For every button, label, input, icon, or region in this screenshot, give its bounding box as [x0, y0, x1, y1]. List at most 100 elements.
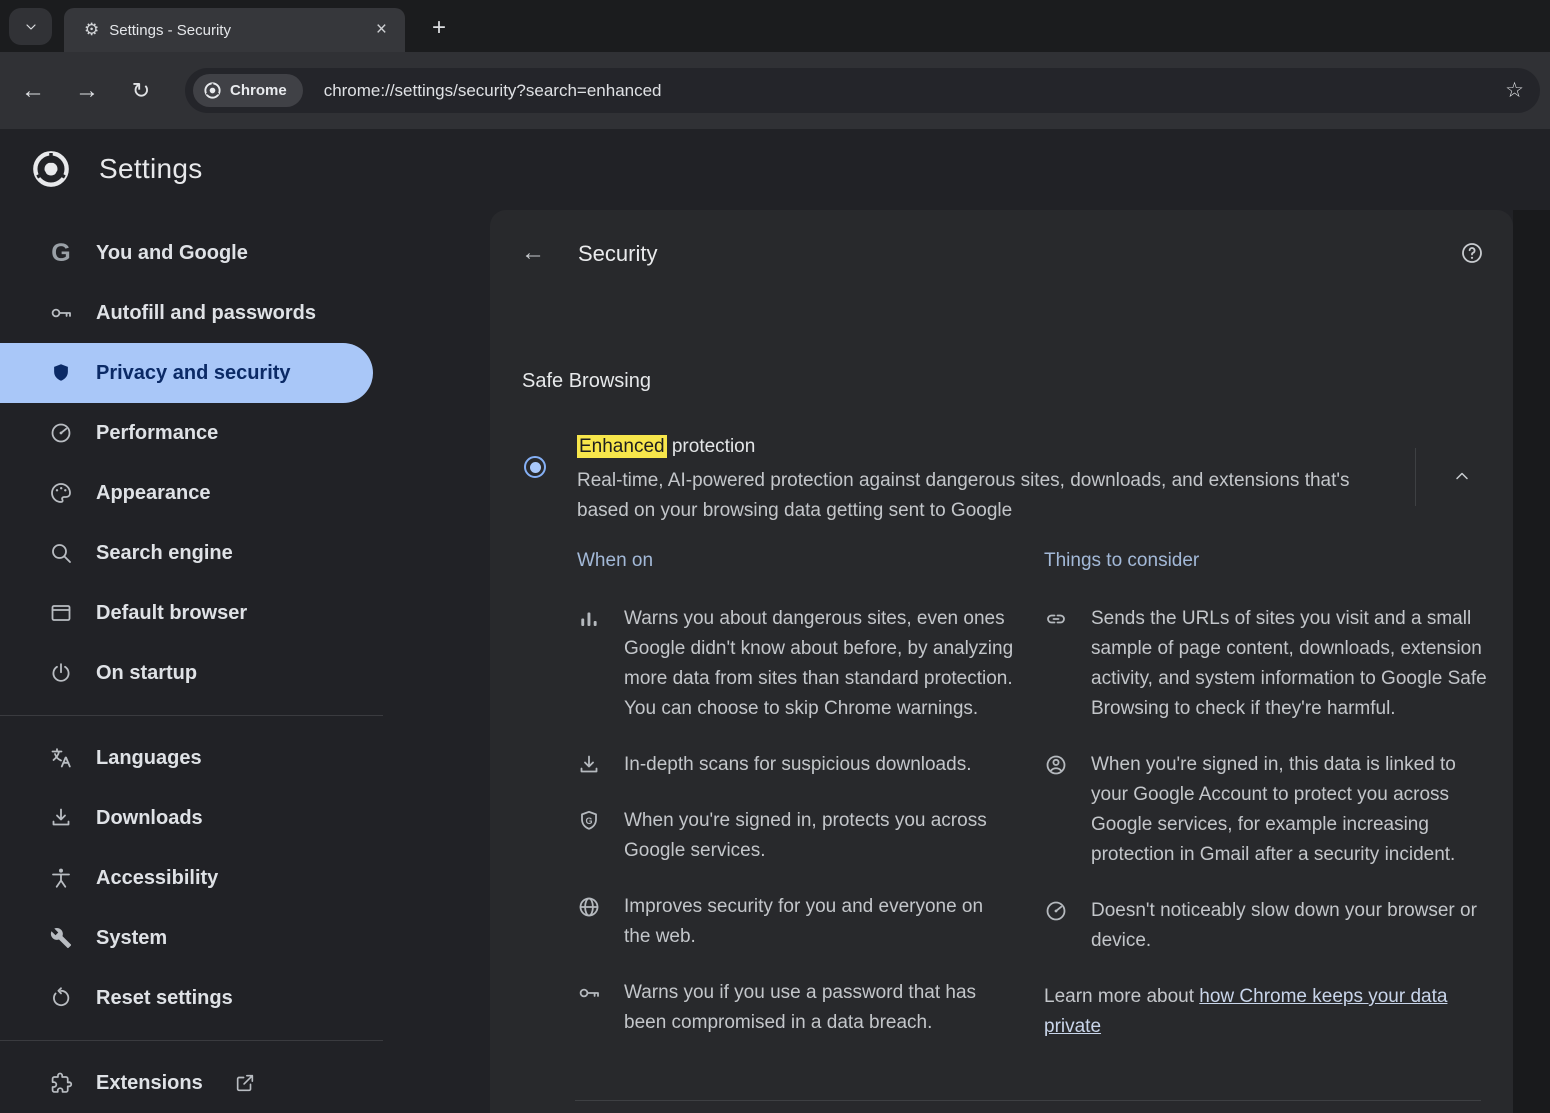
sidebar-item-accessibility[interactable]: Accessibility: [0, 848, 490, 908]
enhanced-protection-title: Enhanced protection: [577, 436, 755, 458]
things-to-consider-heading: Things to consider: [1044, 550, 1487, 572]
wrench-icon: [49, 927, 73, 949]
google-shield-icon: G: [577, 809, 601, 833]
learn-more-text: Learn more about how Chrome keeps your d…: [1044, 982, 1487, 1042]
when-on-heading: When on: [577, 550, 1014, 572]
sidebar-item-label: Default browser: [96, 602, 247, 625]
settings-sidebar: G You and Google Autofill and passwords …: [0, 210, 490, 1113]
enhanced-protection-radio[interactable]: [524, 456, 546, 478]
back-button[interactable]: ←: [11, 69, 55, 113]
account-icon: [1044, 753, 1068, 777]
site-info-chip[interactable]: Chrome: [193, 74, 303, 107]
safe-browsing-heading: Safe Browsing: [522, 370, 651, 393]
when-on-column: When on Warns you about dangerous sites,…: [577, 550, 1014, 1064]
sidebar-item-on-startup[interactable]: On startup: [0, 643, 490, 703]
speedometer-icon: [1044, 899, 1068, 923]
key-icon: [577, 981, 601, 1005]
chip-label: Chrome: [230, 82, 287, 99]
new-tab-button[interactable]: +: [423, 12, 455, 44]
security-page-title: Security: [578, 241, 657, 267]
chevron-down-icon: [23, 19, 39, 35]
list-item-text: Warns you about dangerous sites, even on…: [624, 604, 1014, 724]
sidebar-item-label: Appearance: [96, 482, 211, 505]
list-item: Doesn't noticeably slow down your browse…: [1044, 896, 1487, 956]
speedometer-icon: [49, 421, 73, 445]
section-divider: [575, 1100, 1481, 1101]
key-icon: [49, 301, 73, 325]
sidebar-item-label: Search engine: [96, 542, 233, 565]
sidebar-item-label: You and Google: [96, 242, 248, 265]
list-item-text: Sends the URLs of sites you visit and a …: [1091, 604, 1487, 724]
enhanced-protection-description: Real-time, AI-powered protection against…: [577, 466, 1372, 526]
sidebar-item-default-browser[interactable]: Default browser: [0, 583, 490, 643]
sidebar-item-privacy-security[interactable]: Privacy and security: [0, 343, 373, 403]
sidebar-item-label: Downloads: [96, 807, 203, 830]
sidebar-item-languages[interactable]: Languages: [0, 728, 490, 788]
details-columns: When on Warns you about dangerous sites,…: [577, 550, 1487, 1064]
globe-icon: [577, 895, 601, 919]
sidebar-item-label: Performance: [96, 422, 218, 445]
sidebar-item-label: Privacy and security: [96, 362, 291, 385]
google-g-icon: G: [49, 241, 73, 266]
sidebar-item-label: System: [96, 927, 167, 950]
list-item: In-depth scans for suspicious downloads.: [577, 750, 1014, 780]
list-item: Warns you if you use a password that has…: [577, 978, 1014, 1038]
download-icon: [49, 806, 73, 830]
radio-dot: [530, 462, 541, 473]
bookmark-star-icon[interactable]: ☆: [1499, 78, 1530, 103]
forward-button[interactable]: →: [65, 69, 109, 113]
title-rest: protection: [667, 436, 756, 457]
page-title: Settings: [99, 153, 203, 185]
list-item-text: In-depth scans for suspicious downloads.: [624, 750, 971, 780]
sidebar-item-reset-settings[interactable]: Reset settings: [0, 968, 490, 1028]
search-icon: [49, 541, 73, 565]
palette-icon: [49, 481, 73, 505]
reload-button[interactable]: ↻: [119, 69, 163, 113]
chrome-logo-icon: [203, 81, 222, 100]
tab-search-button[interactable]: [9, 8, 52, 45]
chevron-up-icon: [1452, 466, 1472, 486]
row-divider: [1415, 448, 1416, 506]
sidebar-item-label: Extensions: [96, 1072, 203, 1095]
sidebar-item-search-engine[interactable]: Search engine: [0, 523, 490, 583]
download-scan-icon: [577, 753, 601, 777]
sidebar-item-label: On startup: [96, 662, 197, 685]
url-text: chrome://settings/security?search=enhanc…: [324, 81, 1499, 101]
puzzle-icon: [49, 1072, 73, 1095]
list-item: Sends the URLs of sites you visit and a …: [1044, 604, 1487, 724]
scroll-gutter: [1513, 210, 1550, 1113]
address-bar[interactable]: Chrome chrome://settings/security?search…: [185, 68, 1540, 113]
browser-toolbar: ← → ↻ Chrome chrome://settings/security?…: [0, 52, 1550, 129]
reset-icon: [49, 986, 73, 1010]
sidebar-item-label: Reset settings: [96, 987, 233, 1010]
tab-close-button[interactable]: ×: [370, 19, 393, 41]
chrome-settings-logo-icon: [31, 149, 71, 189]
sidebar-divider: [0, 1040, 383, 1041]
sidebar-item-you-and-google[interactable]: G You and Google: [0, 223, 490, 283]
sidebar-item-autofill[interactable]: Autofill and passwords: [0, 283, 490, 343]
sidebar-item-downloads[interactable]: Downloads: [0, 788, 490, 848]
sidebar-item-label: Languages: [96, 747, 202, 770]
list-item-text: When you're signed in, this data is link…: [1091, 750, 1487, 870]
security-settings-panel: ← Security Safe Browsing Enhanced protec…: [490, 210, 1513, 1113]
active-tab[interactable]: ⚙ Settings - Security ×: [64, 8, 405, 52]
back-arrow-button[interactable]: ←: [516, 236, 550, 270]
sidebar-item-appearance[interactable]: Appearance: [0, 463, 490, 523]
collapse-button[interactable]: [1448, 462, 1476, 490]
sidebar-divider: [0, 715, 383, 716]
learn-more-prefix: Learn more about: [1044, 986, 1199, 1007]
sidebar-item-system[interactable]: System: [0, 908, 490, 968]
tab-title: Settings - Security: [109, 22, 370, 39]
search-highlight: Enhanced: [577, 435, 667, 458]
sidebar-item-performance[interactable]: Performance: [0, 403, 490, 463]
list-item-text: Doesn't noticeably slow down your browse…: [1091, 896, 1487, 956]
list-item: When you're signed in, this data is link…: [1044, 750, 1487, 870]
accessibility-person-icon: [49, 866, 73, 890]
browser-window-icon: [49, 601, 73, 625]
shield-icon: [49, 362, 73, 384]
list-item-text: Warns you if you use a password that has…: [624, 978, 1014, 1038]
external-link-icon: [234, 1072, 256, 1094]
sidebar-item-label: Accessibility: [96, 867, 218, 890]
help-icon[interactable]: [1455, 236, 1489, 270]
sidebar-item-extensions[interactable]: Extensions: [0, 1053, 490, 1113]
